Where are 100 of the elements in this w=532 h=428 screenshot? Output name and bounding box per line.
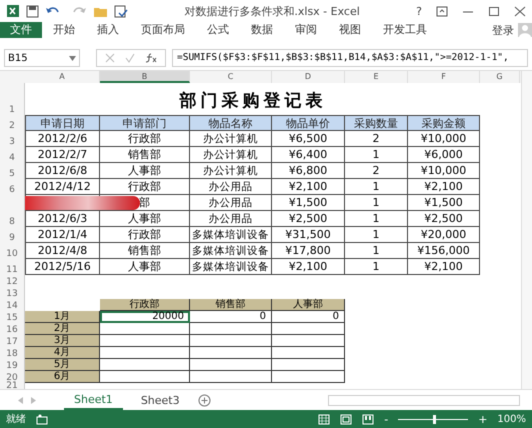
table-cell: ¥2,500 bbox=[408, 211, 480, 227]
table-cell: 2 bbox=[345, 131, 408, 147]
ribbon-tab[interactable]: 审阅 bbox=[284, 22, 328, 38]
slider-thumb[interactable] bbox=[433, 414, 436, 424]
table-cell: ¥31,500 bbox=[272, 227, 345, 243]
ribbon-tab[interactable]: 插入 bbox=[86, 22, 130, 38]
table-cell: 1 bbox=[345, 259, 408, 275]
row-header[interactable]: 14 bbox=[0, 299, 25, 311]
close-icon[interactable] bbox=[514, 6, 526, 16]
row-header[interactable]: 20 bbox=[0, 371, 25, 383]
row-header[interactable]: 13 bbox=[0, 287, 25, 299]
table-header: 6月 bbox=[25, 371, 100, 383]
table-cell: 2012/2/6 bbox=[25, 131, 100, 147]
column-header[interactable]: E bbox=[345, 71, 408, 83]
table-header: 申请部门 bbox=[100, 115, 190, 131]
add-sheet-icon[interactable] bbox=[198, 394, 211, 406]
column-header[interactable]: G bbox=[480, 71, 520, 83]
row-header[interactable]: 16 bbox=[0, 323, 25, 335]
table-cell: ¥6,000 bbox=[408, 147, 480, 163]
table-cell: 20000 bbox=[152, 313, 184, 321]
function-icon[interactable] bbox=[145, 53, 157, 63]
table-header: 1月 bbox=[25, 311, 100, 323]
table-cell: 行政部 bbox=[100, 227, 190, 243]
vertical-scrollbar[interactable] bbox=[521, 71, 532, 389]
table-cell: 办公计算机 bbox=[190, 147, 272, 163]
row-header[interactable]: 2 bbox=[0, 115, 25, 131]
table-header: 行政部 bbox=[100, 299, 190, 311]
ribbon-tab[interactable]: 开始 bbox=[42, 22, 86, 38]
table-header: 采购金额 bbox=[408, 115, 480, 131]
table-cell: 1 bbox=[345, 211, 408, 227]
table-cell: 人事部 bbox=[100, 259, 190, 275]
row-header[interactable]: 11 bbox=[0, 259, 25, 275]
table-cell: 1 bbox=[345, 227, 408, 243]
column-header[interactable]: F bbox=[408, 71, 480, 83]
table-cell: 办公用品 bbox=[190, 195, 272, 211]
table-header: 5月 bbox=[25, 359, 100, 371]
row-header[interactable]: 9 bbox=[0, 227, 25, 243]
row-header[interactable]: 8 bbox=[0, 211, 25, 227]
table-cell: 办公用品 bbox=[190, 211, 272, 227]
zoom-in-button[interactable]: + bbox=[478, 412, 488, 426]
table-cell: ¥10,000 bbox=[408, 131, 480, 147]
column-header[interactable]: C bbox=[190, 71, 272, 83]
table-cell: 2012/1/4 bbox=[25, 227, 100, 243]
ribbon-tab[interactable]: 页面布局 bbox=[130, 22, 196, 38]
zoom-out-button[interactable]: - bbox=[384, 412, 388, 426]
table-cell: 2012/6/3 bbox=[25, 211, 100, 227]
table-cell: 多媒体培训设备 bbox=[190, 259, 272, 275]
table-cell: 1 bbox=[345, 147, 408, 163]
formula-field[interactable]: =SUMIFS($F$3:$F$11,$B$3:$B$11,B14,$A$3:$A$11,">=2012-1-1", bbox=[172, 49, 528, 67]
macro-record-icon[interactable] bbox=[36, 414, 48, 424]
page-break-icon[interactable] bbox=[362, 414, 374, 424]
table-cell: 2 bbox=[345, 163, 408, 179]
ribbon-tab[interactable]: 公式 bbox=[196, 22, 240, 38]
dropdown-icon[interactable] bbox=[69, 56, 76, 60]
column-header[interactable]: B bbox=[100, 71, 190, 83]
row-header[interactable]: 21 bbox=[0, 383, 25, 389]
row-header[interactable]: 15 bbox=[0, 311, 25, 323]
row-header[interactable]: 12 bbox=[0, 275, 25, 287]
table-header: 3月 bbox=[25, 335, 100, 347]
table-cell: 2012/5/16 bbox=[25, 259, 100, 275]
page-layout-icon[interactable] bbox=[340, 414, 352, 424]
table-cell: ¥10,000 bbox=[408, 163, 480, 179]
save-icon[interactable] bbox=[26, 4, 39, 18]
table-cell: 销售部 bbox=[100, 147, 190, 163]
name-box[interactable]: B15 bbox=[4, 49, 80, 67]
table-cell: 0 bbox=[272, 311, 345, 323]
table-cell: 办公计算机 bbox=[190, 131, 272, 147]
active-cell[interactable]: 20000 bbox=[100, 311, 190, 323]
row-header[interactable]: 10 bbox=[0, 243, 25, 259]
ribbon-tab[interactable]: 视图 bbox=[328, 22, 372, 38]
help-button[interactable]: ? bbox=[416, 4, 422, 18]
sheet-title: 部门采购登记表 bbox=[178, 90, 328, 113]
ribbon-display-icon[interactable] bbox=[436, 6, 448, 16]
ribbon-tab[interactable]: 开发工具 bbox=[372, 22, 438, 38]
row-header[interactable]: 6 bbox=[0, 179, 25, 195]
sheet-tab[interactable]: Sheet3 bbox=[130, 392, 190, 408]
table-cell: ¥20,000 bbox=[408, 227, 480, 243]
maximize-icon[interactable] bbox=[488, 6, 500, 16]
ribbon-tab[interactable]: 文件 bbox=[0, 22, 42, 38]
horizontal-scrollbar[interactable] bbox=[328, 394, 520, 406]
normal-view-icon[interactable] bbox=[318, 414, 330, 424]
zoom-level[interactable]: 100% bbox=[497, 414, 526, 424]
table-cell: ¥2,100 bbox=[272, 259, 345, 275]
row-header[interactable]: 5 bbox=[0, 163, 25, 179]
row-header[interactable]: 18 bbox=[0, 347, 25, 359]
preview-icon[interactable] bbox=[114, 4, 128, 18]
table-cell: 多媒体培训设备 bbox=[190, 243, 272, 259]
row-header[interactable]: 19 bbox=[0, 359, 25, 371]
column-header[interactable]: D bbox=[272, 71, 345, 83]
table-cell: 1 bbox=[345, 243, 408, 259]
table-cell: 销售部 bbox=[100, 243, 190, 259]
table-cell: 人事部 bbox=[100, 211, 190, 227]
ribbon-tab[interactable]: 数据 bbox=[240, 22, 284, 38]
table-cell: ¥1,500 bbox=[408, 195, 480, 211]
row-header[interactable]: 1 bbox=[0, 83, 25, 115]
row-header[interactable]: 4 bbox=[0, 147, 25, 163]
row-header[interactable]: 17 bbox=[0, 335, 25, 347]
row-header[interactable]: 3 bbox=[0, 131, 25, 147]
sign-in-link[interactable]: 登录 bbox=[492, 22, 514, 38]
table-cell: 2012/2/7 bbox=[25, 147, 100, 163]
